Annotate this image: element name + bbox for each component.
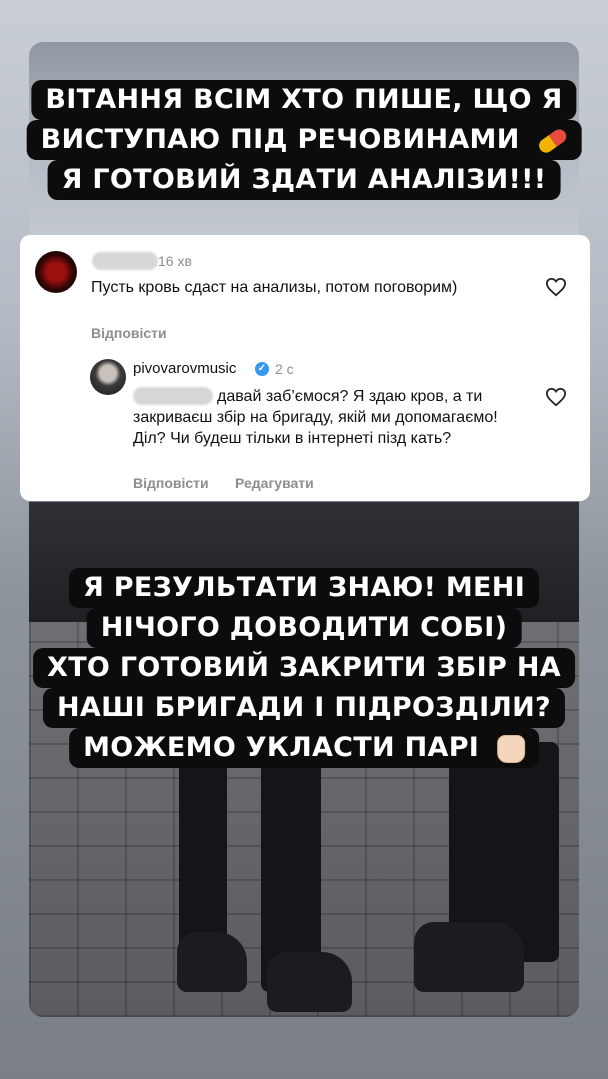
raised-fist-icon	[496, 734, 525, 763]
caption-bottom-line-5: МОЖЕМО УКЛАСТИ ПАРІ	[69, 728, 539, 768]
reply-button[interactable]: Відповісти	[133, 475, 209, 491]
caption-text: МОЖЕМО УКЛАСТИ ПАРІ	[83, 732, 480, 763]
shoe-right	[414, 922, 524, 992]
heart-icon[interactable]	[545, 277, 567, 297]
reply-username[interactable]: pivovarovmusic	[133, 360, 236, 377]
pivovarovmusic-avatar[interactable]	[90, 359, 126, 395]
comment-text: Пусть кровь сдаст на анализы, потом пого…	[91, 279, 458, 296]
reply-button[interactable]: Відповісти	[91, 325, 167, 341]
caption-text: ВИСТУПАЮ ПІД РЕЧОВИНАМИ	[40, 124, 520, 155]
caption-text: ВІТАННЯ ВСІМ ХТО ПИШЕ, ЩО Я	[45, 84, 563, 115]
comment-screenshot-card: 16 хв Пусть кровь сдаст на анализы, пото…	[20, 235, 590, 501]
caption-bottom-line-2: НІЧОГО ДОВОДИТИ СОБІ)	[86, 608, 522, 648]
comment-timestamp: 16 хв	[158, 253, 192, 269]
caption-bottom-line-4: НАШІ БРИГАДИ І ПІДРОЗДІЛИ?	[42, 688, 566, 728]
pill-emoji-icon	[536, 126, 569, 155]
reply-text: давай заб’ємося? Я здаю кров, а ти закри…	[133, 386, 533, 449]
edit-button[interactable]: Редагувати	[235, 475, 314, 491]
shoe-center	[267, 952, 352, 1012]
verified-badge-icon: ✓	[255, 362, 269, 376]
caption-text: НАШІ БРИГАДИ І ПІДРОЗДІЛИ?	[56, 692, 552, 723]
caption-top-line-1: ВІТАННЯ ВСІМ ХТО ПИШЕ, ЩО Я	[31, 80, 577, 120]
caption-text: ХТО ГОТОВИЙ ЗАКРИТИ ЗБІР НА	[47, 652, 561, 683]
caption-text: Я ГОТОВИЙ ЗДАТИ АНАЛІЗИ!!!	[61, 164, 547, 195]
reply-timestamp: 2 с	[275, 361, 294, 377]
shoe-left	[177, 932, 247, 992]
caption-bottom-line-1: Я РЕЗУЛЬТАТИ ЗНАЮ! МЕНІ	[68, 568, 540, 608]
caption-bottom-line-3: ХТО ГОТОВИЙ ЗАКРИТИ ЗБІР НА	[33, 648, 575, 688]
caption-top-line-2: ВИСТУПАЮ ПІД РЕЧОВИНАМИ	[26, 120, 582, 160]
heart-icon[interactable]	[545, 387, 567, 407]
caption-top-line-3: Я ГОТОВИЙ ЗДАТИ АНАЛІЗИ!!!	[47, 160, 561, 200]
commenter-avatar[interactable]	[35, 251, 77, 293]
caption-text: НІЧОГО ДОВОДИТИ СОБІ)	[100, 612, 508, 643]
caption-text: Я РЕЗУЛЬТАТИ ЗНАЮ! МЕНІ	[82, 572, 526, 603]
blurred-username	[92, 252, 158, 270]
reply-text-body: давай заб’ємося? Я здаю кров, а ти закри…	[133, 388, 498, 447]
